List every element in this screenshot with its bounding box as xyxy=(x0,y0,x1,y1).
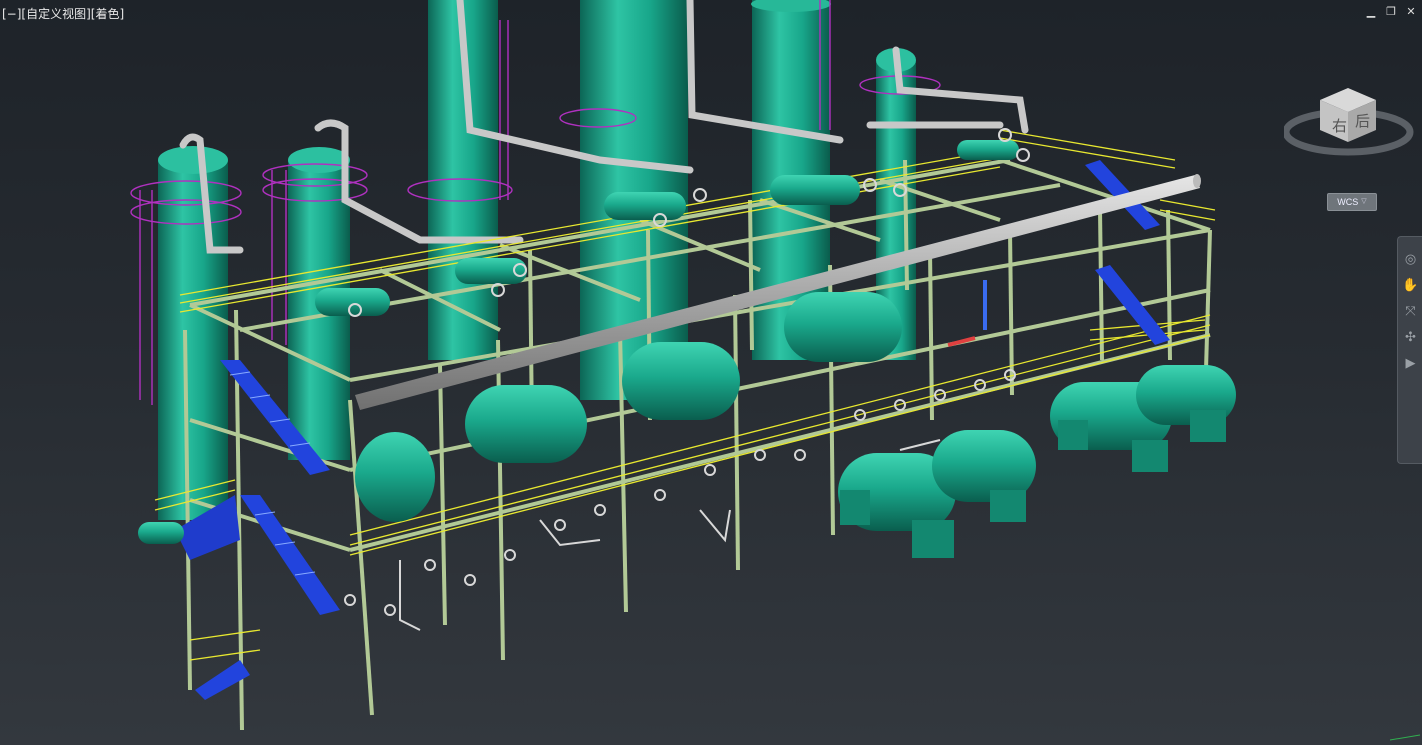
viewport-window-controls: ▁ ❐ ✕ xyxy=(1364,6,1418,18)
viewcube[interactable]: 右 后 xyxy=(1282,70,1418,162)
steering-wheel-icon[interactable]: ◎ xyxy=(1402,251,1420,269)
minimize-icon[interactable]: ▁ xyxy=(1364,6,1378,18)
showmotion-icon[interactable]: ▶ xyxy=(1402,355,1420,373)
pan-hand-icon[interactable]: ✋ xyxy=(1402,277,1420,295)
viewport-label[interactable]: [−][自定义视图][着色] xyxy=(2,5,124,22)
chevron-down-icon: ▽ xyxy=(1361,198,1367,205)
wcs-menu-button[interactable]: WCS ▽ xyxy=(1327,193,1377,211)
viewcube-back-label: 后 xyxy=(1355,112,1370,130)
close-icon[interactable]: ✕ xyxy=(1404,6,1418,18)
wcs-label: WCS xyxy=(1337,197,1359,207)
navigation-bar: ◎ ✋ ⤧ ✣ ▶ xyxy=(1397,236,1422,464)
viewcube-right-label: 右 xyxy=(1332,117,1347,135)
orbit-icon[interactable]: ✣ xyxy=(1402,329,1420,347)
model-viewport[interactable] xyxy=(0,0,1422,745)
restore-icon[interactable]: ❐ xyxy=(1384,6,1398,18)
ucs-axis-line xyxy=(1389,734,1421,741)
zoom-icon[interactable]: ⤧ xyxy=(1402,303,1420,321)
